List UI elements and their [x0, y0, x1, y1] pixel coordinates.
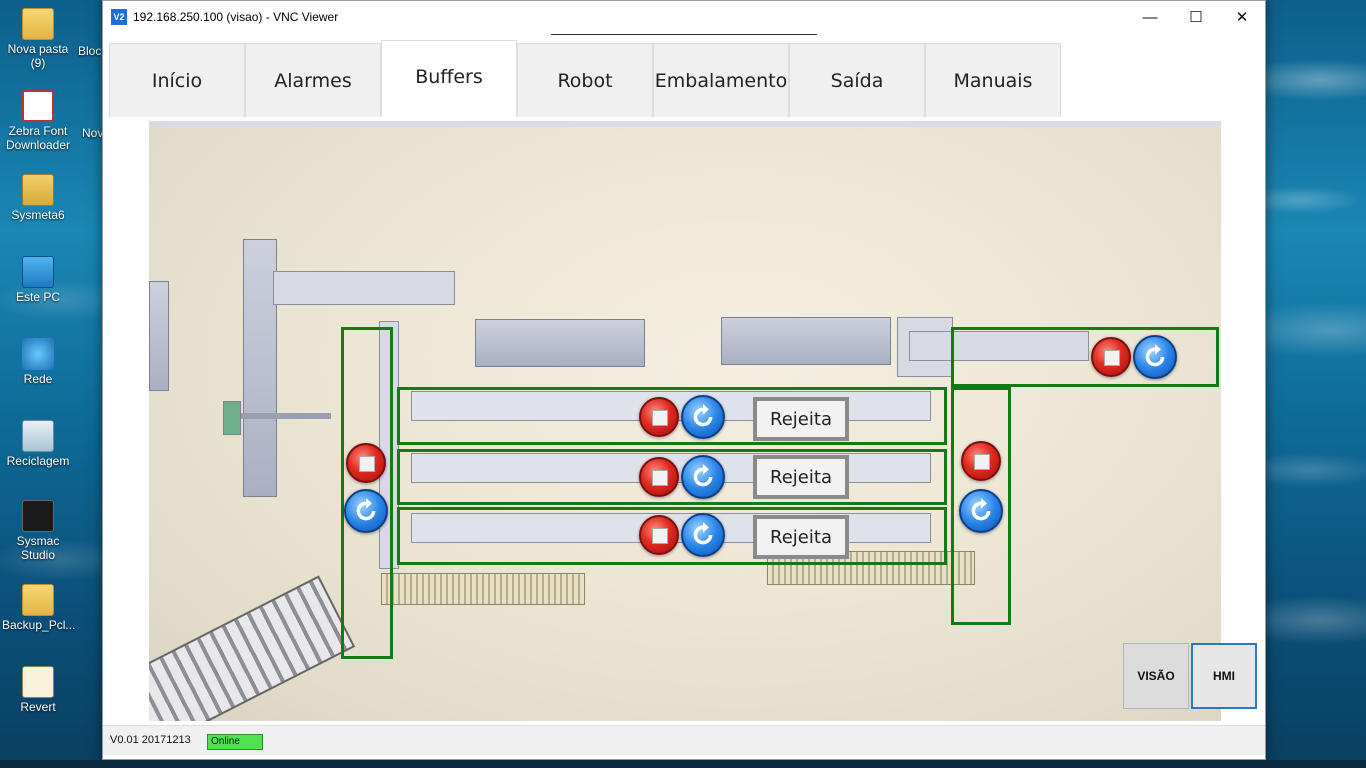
refresh-icon: [971, 498, 991, 521]
document-icon: [22, 666, 54, 698]
stop-button-infeed[interactable]: [346, 443, 386, 483]
reject-button-buffer-2[interactable]: Rejeita: [753, 455, 849, 499]
vnc-logo-icon: V2: [111, 9, 127, 25]
reset-button-exit[interactable]: [1133, 335, 1177, 379]
stop-button-exit[interactable]: [1091, 337, 1131, 377]
user-folder-icon: [22, 174, 54, 206]
taskbar[interactable]: [0, 760, 1366, 768]
connection-status-badge: Online: [207, 734, 263, 750]
plant-layout-render: Rejeita Rejeita Rejeita: [149, 121, 1221, 721]
diagonal-roller-conveyor: [149, 575, 356, 721]
desktop-icon-nova-pasta[interactable]: Nova pasta (9): [2, 8, 74, 70]
desktop-icon-label: Revert: [20, 700, 56, 714]
sysmac-studio-icon: [22, 500, 54, 532]
tab-manuais[interactable]: Manuais: [925, 43, 1061, 117]
vnc-toolbar-handle[interactable]: [551, 29, 817, 35]
zebra-font-icon: [22, 90, 54, 122]
reset-button-infeed[interactable]: [344, 489, 388, 533]
zone-exit-conveyor: [951, 327, 1219, 387]
desktop-icon-label: Reciclagem: [6, 454, 70, 468]
tab-inicio[interactable]: Início: [109, 43, 245, 117]
desktop-icon-label: Este PC: [15, 290, 60, 304]
buffer-cover-right: [721, 317, 891, 365]
reset-button-outfeed[interactable]: [959, 489, 1003, 533]
partial-icon-label: Bloc: [78, 44, 102, 58]
window-title: 192.168.250.100 (visao) - VNC Viewer: [133, 10, 339, 24]
roller-bed-left: [381, 573, 585, 605]
version-label: V0.01 20171213: [110, 734, 191, 746]
maximize-button[interactable]: ☐: [1173, 1, 1219, 33]
folder-icon: [22, 584, 54, 616]
refresh-icon: [693, 464, 713, 487]
reject-button-buffer-1[interactable]: Rejeita: [753, 397, 849, 441]
recycle-bin-icon: [22, 420, 54, 452]
network-icon: [22, 338, 54, 370]
left-edge-machine: [149, 281, 169, 391]
desktop-icon-este-pc[interactable]: Este PC: [2, 256, 74, 304]
stop-button-outfeed[interactable]: [961, 441, 1001, 481]
vnc-viewer-window: V2 192.168.250.100 (visao) - VNC Viewer …: [102, 0, 1266, 760]
hmi-button[interactable]: HMI: [1191, 643, 1257, 709]
tab-bar: Início Alarmes Buffers Robot Embalamento…: [109, 40, 1061, 117]
refresh-icon: [356, 498, 376, 521]
computer-icon: [22, 256, 54, 288]
tab-embalamento[interactable]: Embalamento: [653, 43, 789, 117]
stop-button-buffer-1[interactable]: [639, 397, 679, 437]
tab-saida[interactable]: Saída: [789, 43, 925, 117]
overhead-beam: [273, 271, 455, 305]
desktop-icon-label: Sysmac Studio: [16, 534, 60, 562]
desktop-icon-backup[interactable]: Backup_Pcl...: [2, 584, 76, 632]
visao-button[interactable]: VISÃO: [1123, 643, 1189, 709]
desktop-icon-revert[interactable]: Revert: [2, 666, 74, 714]
desktop-icon-label: Sysmeta6: [11, 208, 65, 222]
status-bar: V0.01 20171213 Online: [103, 725, 1265, 755]
green-sensor-box: [223, 401, 241, 435]
reject-button-buffer-3[interactable]: Rejeita: [753, 515, 849, 559]
minimize-button[interactable]: —: [1127, 1, 1173, 33]
partial-icon-label: Nov: [82, 126, 104, 140]
stop-button-buffer-3[interactable]: [639, 515, 679, 555]
refresh-icon: [1145, 344, 1165, 367]
refresh-icon: [693, 404, 713, 427]
rail: [241, 413, 331, 419]
desktop-icon-reciclagem[interactable]: Reciclagem: [2, 420, 74, 468]
reset-button-buffer-2[interactable]: [681, 455, 725, 499]
reset-button-buffer-3[interactable]: [681, 513, 725, 557]
desktop-icon-label: Nova pasta (9): [7, 42, 69, 70]
folder-icon: [22, 8, 54, 40]
buffers-panel: Rejeita Rejeita Rejeita VISÃO HMI: [107, 117, 1263, 725]
scene-top-strip: [149, 121, 1221, 127]
desktop-icon-sysmeta6[interactable]: Sysmeta6: [2, 174, 74, 222]
buffer-cover-left: [475, 319, 645, 367]
desktop-icon-rede[interactable]: Rede: [2, 338, 74, 386]
close-button[interactable]: ✕: [1219, 1, 1265, 33]
desktop-icon-label: Zebra Font Downloader: [5, 124, 71, 152]
desktop-icon-label: Rede: [23, 372, 53, 386]
desktop-icon-sysmac-studio[interactable]: Sysmac Studio: [2, 500, 74, 562]
tab-robot[interactable]: Robot: [517, 43, 653, 117]
tab-buffers[interactable]: Buffers: [381, 40, 517, 116]
desktop-icon-label: Backup_Pcl...: [2, 618, 76, 632]
tab-alarmes[interactable]: Alarmes: [245, 43, 381, 117]
reset-button-buffer-1[interactable]: [681, 395, 725, 439]
refresh-icon: [693, 522, 713, 545]
vertical-conveyor: [243, 239, 277, 497]
desktop-icon-zebra-font-downloader[interactable]: Zebra Font Downloader: [2, 90, 74, 152]
stop-button-buffer-2[interactable]: [639, 457, 679, 497]
